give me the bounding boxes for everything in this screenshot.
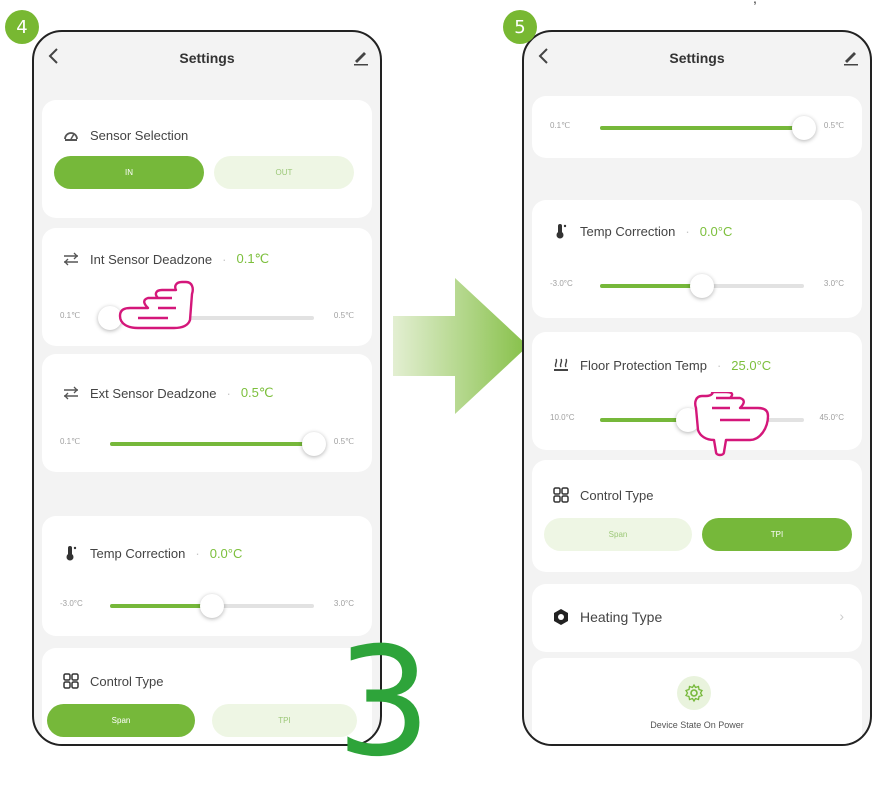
thermometer-icon bbox=[66, 546, 77, 561]
slider-min-label: -3.0°C bbox=[60, 599, 83, 608]
control-type-label: Control Type bbox=[580, 487, 654, 503]
deadzone-slider[interactable]: 0.1℃ 0.5℃ bbox=[550, 116, 844, 140]
deadzone-icon bbox=[64, 252, 78, 266]
sensor-icon bbox=[64, 132, 78, 141]
navbar: Settings bbox=[524, 32, 870, 82]
int-deadzone-value: 0.1℃ bbox=[236, 251, 270, 266]
floor-protection-label: Floor Protection Temp bbox=[580, 357, 707, 373]
edit-icon[interactable] bbox=[842, 48, 860, 66]
step-number-3: 3 bbox=[336, 616, 432, 790]
device-state-label: Device State On Power bbox=[650, 720, 744, 730]
int-deadzone-label: Int Sensor Deadzone bbox=[90, 251, 213, 267]
sensor-selection-label: Sensor Selection bbox=[90, 127, 189, 143]
navbar: Settings bbox=[34, 32, 380, 82]
int-deadzone-card: Int Sensor Deadzone · 0.1℃ 0.1℃ 0.5℃ bbox=[42, 228, 372, 346]
sensor-out-button[interactable]: OUT bbox=[214, 156, 354, 189]
gear-icon bbox=[685, 683, 703, 703]
heating-type-label: Heating Type bbox=[580, 609, 663, 625]
thermometer-icon bbox=[556, 224, 567, 239]
slider-max-label: 0.5℃ bbox=[333, 437, 354, 446]
deadzone-card-partial: 0.1℃ 0.5℃ bbox=[532, 96, 862, 158]
arrow-right-icon bbox=[393, 278, 528, 414]
int-deadzone-slider[interactable]: 0.1℃ 0.5℃ bbox=[60, 306, 354, 330]
slider-max-label: 0.5℃ bbox=[333, 311, 354, 320]
phone-screen-right: Settings 0.1℃ 0.5℃ Temp Correction · 0.0… bbox=[522, 30, 872, 746]
slider-thumb[interactable] bbox=[302, 432, 326, 456]
temp-correction-slider[interactable]: -3.0°C 3.0°C bbox=[60, 594, 354, 618]
temp-correction-value: 0.0°C bbox=[699, 223, 733, 239]
edge-mark: , bbox=[753, 0, 757, 6]
heating-type-icon bbox=[554, 609, 568, 625]
slider-max-label: 3.0°C bbox=[823, 279, 844, 288]
ext-deadzone-card: Ext Sensor Deadzone · 0.5℃ 0.1℃ 0.5℃ bbox=[42, 354, 372, 472]
step-badge-5: 5 bbox=[503, 10, 537, 44]
temp-correction-label: Temp Correction bbox=[580, 223, 676, 239]
grid-icon bbox=[63, 673, 79, 689]
hand-pointer-icon bbox=[118, 280, 194, 330]
floor-heat-icon bbox=[554, 358, 568, 371]
ext-deadzone-label: Ext Sensor Deadzone bbox=[90, 385, 217, 401]
device-state-button[interactable] bbox=[677, 676, 711, 710]
ext-deadzone-value: 0.5℃ bbox=[240, 385, 274, 400]
slider-min-label: 0.1℃ bbox=[60, 437, 81, 446]
slider-max-label: 3.0°C bbox=[333, 599, 354, 608]
control-type-card: Control Type Span TPI bbox=[532, 460, 862, 572]
temp-correction-card: Temp Correction · 0.0°C -3.0°C 3.0°C bbox=[42, 516, 372, 636]
slider-thumb[interactable] bbox=[200, 594, 224, 618]
control-type-card: Control Type Span TPI bbox=[42, 648, 372, 744]
edit-icon[interactable] bbox=[352, 48, 370, 66]
step-badge-4: 4 bbox=[5, 10, 39, 44]
heating-type-row[interactable]: Heating Type › bbox=[532, 584, 862, 652]
deadzone-icon bbox=[64, 386, 78, 400]
phone-screen-left: Settings Sensor Selection IN OUT Int Sen… bbox=[32, 30, 382, 746]
slider-thumb[interactable] bbox=[792, 116, 816, 140]
page-title: Settings bbox=[179, 50, 235, 66]
slider-thumb[interactable] bbox=[690, 274, 714, 298]
control-type-label: Control Type bbox=[90, 673, 164, 689]
chevron-right-icon: › bbox=[839, 608, 844, 624]
slider-min-label: 0.1℃ bbox=[60, 311, 81, 320]
slider-min-label: 0.1℃ bbox=[550, 121, 571, 130]
temp-correction-slider[interactable]: -3.0°C 3.0°C bbox=[550, 274, 844, 298]
control-tpi-button[interactable]: TPI bbox=[702, 518, 852, 551]
temp-correction-card: Temp Correction · 0.0°C -3.0°C 3.0°C bbox=[532, 200, 862, 318]
floor-protection-value: 25.0°C bbox=[731, 357, 772, 373]
grid-icon bbox=[553, 487, 569, 503]
slider-min-label: 10.0°C bbox=[550, 413, 575, 422]
temp-correction-value: 0.0°C bbox=[209, 545, 243, 561]
page-title: Settings bbox=[669, 50, 725, 66]
device-state-card[interactable]: Device State On Power bbox=[532, 658, 862, 744]
sensor-selection-card: Sensor Selection IN OUT bbox=[42, 100, 372, 218]
hand-pointer-icon bbox=[694, 392, 770, 457]
ext-deadzone-slider[interactable]: 0.1℃ 0.5℃ bbox=[60, 432, 354, 456]
slider-max-label: 0.5℃ bbox=[823, 121, 844, 130]
control-span-button[interactable]: Span bbox=[544, 518, 692, 551]
temp-correction-label: Temp Correction bbox=[90, 545, 186, 561]
slider-max-label: 45.0°C bbox=[819, 413, 844, 422]
sensor-in-button[interactable]: IN bbox=[54, 156, 204, 189]
slider-min-label: -3.0°C bbox=[550, 279, 573, 288]
control-span-button[interactable]: Span bbox=[47, 704, 195, 737]
